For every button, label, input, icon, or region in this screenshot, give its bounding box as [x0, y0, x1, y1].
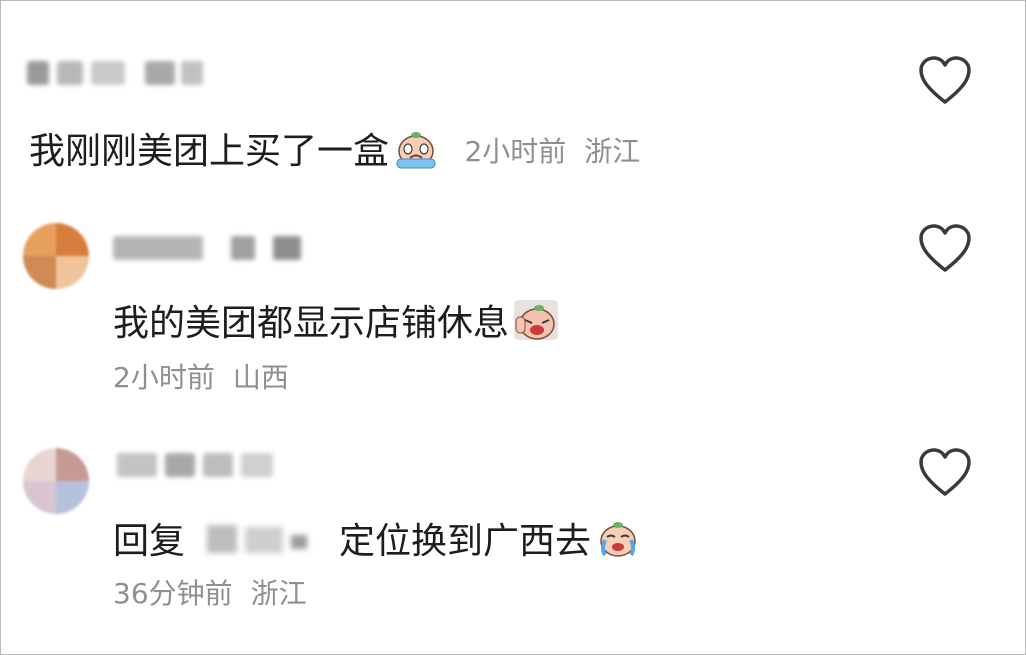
comment-region: 浙江 [250, 577, 307, 610]
reply-target-blurred[interactable] [197, 521, 327, 557]
username-blurred[interactable] [113, 236, 313, 260]
comment-item: 回复 定位换到广西去 36分钟前 浙江 [1, 431, 1025, 646]
comment-body: 我的美团都显示店铺休息 [113, 303, 510, 344]
avatar[interactable] [23, 448, 89, 514]
comment-item: 我的美团都显示店铺休息 2小时前 山西 [1, 201, 1025, 416]
comment-region: 山西 [232, 361, 289, 394]
comment-time: 2小时前 [113, 361, 215, 394]
comment-time: 2小时前 [464, 135, 567, 168]
avatar[interactable] [23, 223, 89, 289]
username-blurred[interactable] [117, 453, 277, 477]
comment-text: 我的美团都显示店铺休息 [113, 299, 559, 346]
comment-body: 我刚刚美团上买了一盒 [29, 131, 390, 172]
heart-outline-icon [919, 56, 971, 104]
comment-meta: 2小时前 山西 [113, 361, 289, 395]
crying-face-icon [513, 299, 559, 341]
comment-text: 我刚刚美团上买了一盒 2小时前 浙江 [29, 127, 640, 174]
comment-region: 浙江 [584, 135, 641, 168]
username-blurred[interactable] [27, 61, 207, 85]
like-button[interactable] [917, 55, 973, 107]
comment-item: 我刚刚美团上买了一盒 2小时前 浙江 [1, 1, 1025, 191]
comment-body: 定位换到广西去 [339, 521, 592, 562]
reply-label: 回复 [113, 521, 186, 562]
crying-face-icon [393, 127, 439, 169]
heart-outline-icon [919, 224, 971, 272]
comment-meta: 2小时前 浙江 [464, 135, 640, 168]
crying-face-icon [595, 517, 641, 559]
like-button[interactable] [917, 447, 973, 499]
heart-outline-icon [919, 448, 971, 496]
comment-text: 回复 定位换到广西去 [113, 517, 641, 564]
like-button[interactable] [917, 223, 973, 275]
comment-time: 36分钟前 [113, 577, 233, 610]
comment-list: 我刚刚美团上买了一盒 2小时前 浙江 我的美团都显示店铺休息 2小时前 山西 回… [0, 0, 1026, 655]
comment-meta: 36分钟前 浙江 [113, 577, 307, 611]
